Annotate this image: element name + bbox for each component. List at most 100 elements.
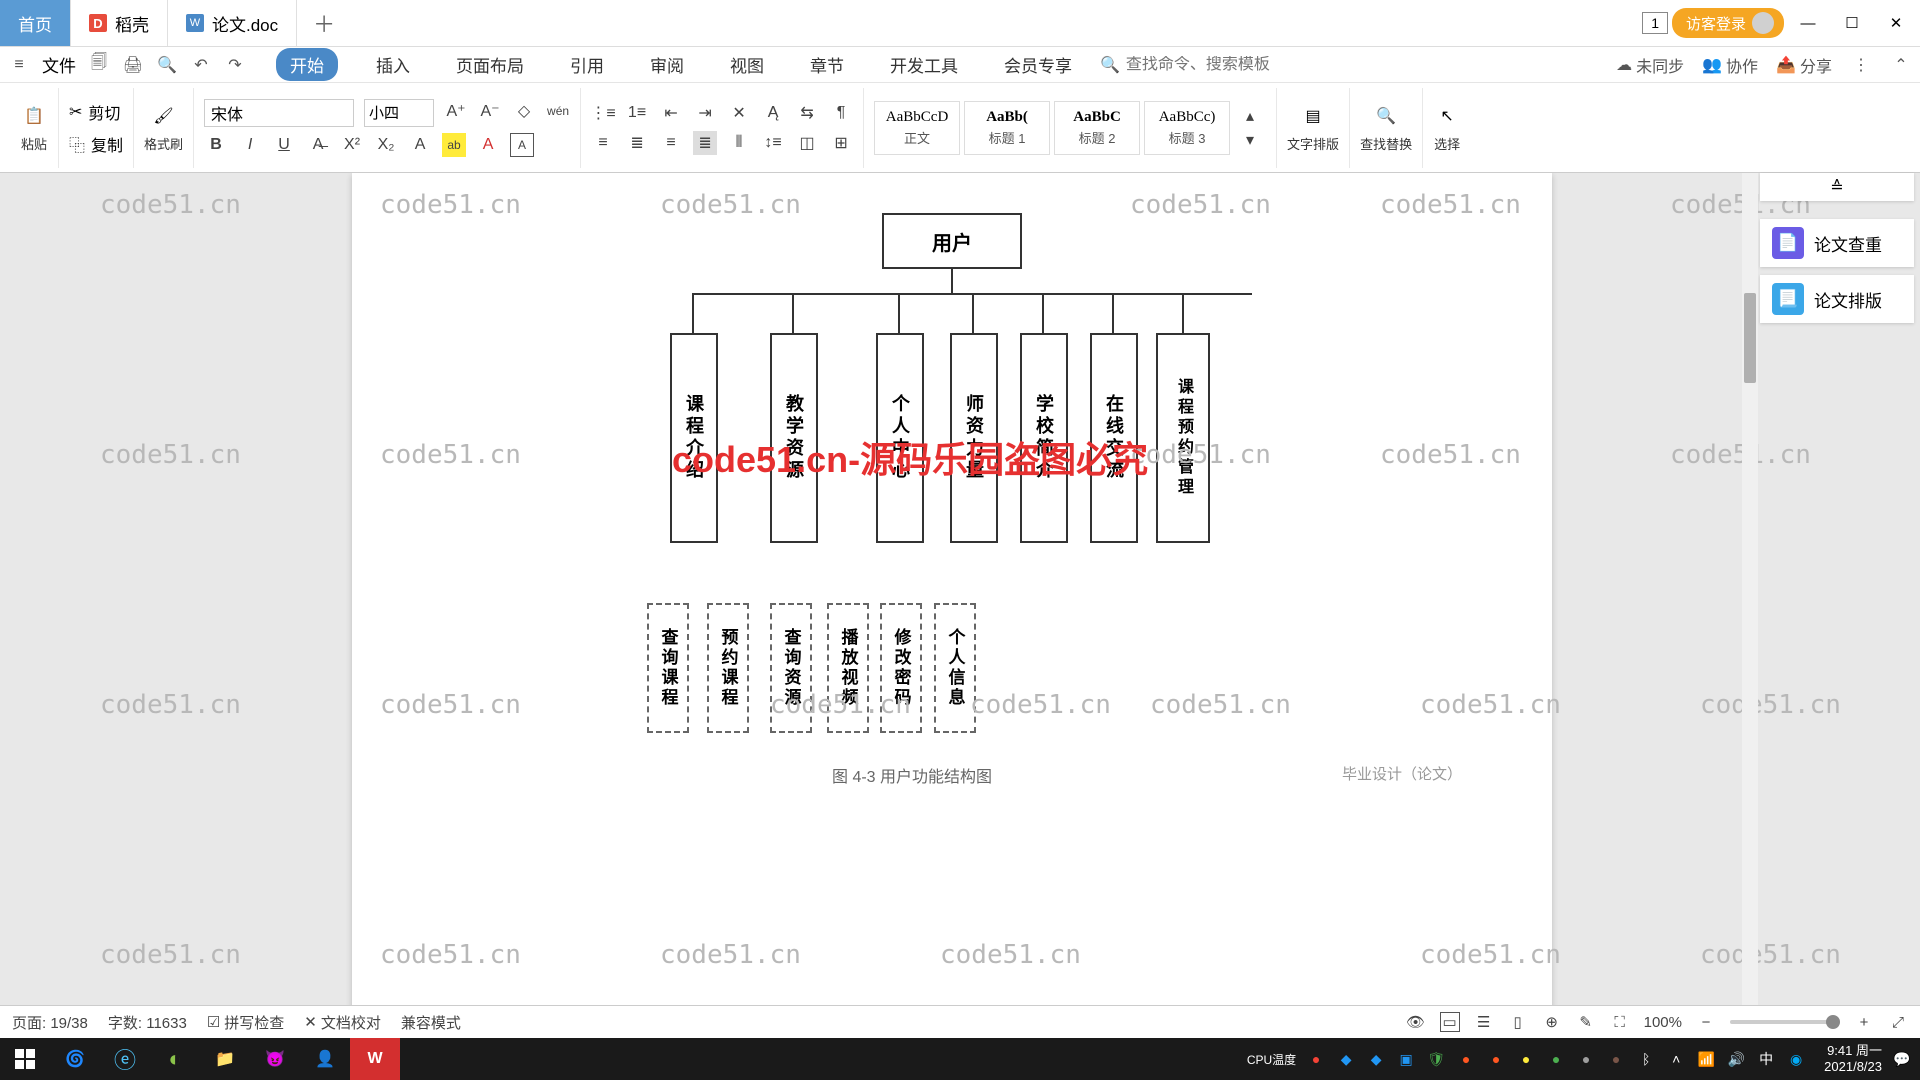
save-icon[interactable]: 🗐 — [88, 54, 110, 76]
tray-icon[interactable]: 🛡 — [1426, 1049, 1446, 1069]
tab-member[interactable]: 会员专享 — [996, 48, 1080, 81]
line-spacing-icon[interactable]: ↕≡ — [761, 131, 785, 155]
asian-layout-icon[interactable]: ✕ — [727, 101, 751, 125]
proof-check[interactable]: ✕文档校对 — [304, 1012, 381, 1033]
chevron-up-icon[interactable]: ˄ — [1666, 1049, 1686, 1069]
web-icon[interactable]: ⊕ — [1542, 1012, 1562, 1032]
tray-icon[interactable]: ▣ — [1396, 1049, 1416, 1069]
minimize-button[interactable]: — — [1788, 8, 1828, 38]
font-color-icon[interactable]: A — [476, 133, 500, 157]
tab-daoke[interactable]: D稻壳 — [71, 0, 168, 46]
hamburger-icon[interactable]: ≡ — [8, 54, 30, 76]
collab-button[interactable]: 👥协作 — [1702, 53, 1758, 77]
tray-icon[interactable]: ● — [1306, 1049, 1326, 1069]
tab-chapter[interactable]: 章节 — [802, 48, 852, 81]
taskbar-browser[interactable]: ◐ — [150, 1038, 200, 1080]
tray-icon[interactable]: ● — [1606, 1049, 1626, 1069]
tab-icon[interactable]: ⇆ — [795, 101, 819, 125]
sync-status[interactable]: ☁未同步 — [1616, 53, 1684, 77]
scroll-thumb[interactable] — [1744, 293, 1756, 383]
page-view-icon[interactable]: ▭ — [1440, 1012, 1460, 1032]
align-right-icon[interactable]: ≡ — [659, 131, 683, 155]
paper-check-button[interactable]: 📄论文查重 — [1760, 219, 1914, 267]
tray-icon[interactable]: ● — [1576, 1049, 1596, 1069]
spell-check[interactable]: ☑拼写检查 — [207, 1012, 284, 1033]
taskbar-app[interactable]: 🌀 — [50, 1038, 100, 1080]
tray-icon[interactable]: ● — [1456, 1049, 1476, 1069]
italic-button[interactable]: I — [238, 133, 262, 157]
taskbar-app3[interactable]: 👤 — [300, 1038, 350, 1080]
preview-icon[interactable]: 🔍 — [156, 54, 178, 76]
copy-button[interactable]: ⿻复制 — [69, 132, 123, 156]
read-icon[interactable]: ▯ — [1508, 1012, 1528, 1032]
zoom-slider[interactable] — [1730, 1020, 1840, 1024]
tab-document[interactable]: W论文.doc — [168, 0, 297, 46]
zoom-value[interactable]: 100% — [1644, 1014, 1682, 1031]
search-input[interactable] — [1126, 56, 1306, 74]
tab-insert[interactable]: 插入 — [368, 48, 418, 81]
undo-icon[interactable]: ↶ — [190, 54, 212, 76]
ime-icon[interactable]: 中 — [1756, 1049, 1776, 1069]
border-icon[interactable]: ⊞ — [829, 131, 853, 155]
style-heading1[interactable]: AaBb(标题 1 — [964, 101, 1050, 155]
decrease-indent-icon[interactable]: ⇤ — [659, 101, 683, 125]
style-down-icon[interactable]: ▾ — [1238, 128, 1262, 152]
tray-icon[interactable]: ● — [1546, 1049, 1566, 1069]
close-button[interactable]: ✕ — [1876, 8, 1916, 38]
zoom-thumb[interactable] — [1826, 1015, 1840, 1029]
eye-icon[interactable]: 👁 — [1406, 1012, 1426, 1032]
maximize-button[interactable]: ☐ — [1832, 8, 1872, 38]
zoom-out-button[interactable]: − — [1696, 1012, 1716, 1032]
tray-icon[interactable]: ● — [1516, 1049, 1536, 1069]
decrease-font-icon[interactable]: A⁻ — [478, 99, 502, 123]
style-heading3[interactable]: AaBbCc)标题 3 — [1144, 101, 1230, 155]
page-indicator[interactable]: 页面: 19/38 — [12, 1012, 88, 1033]
wifi-icon[interactable]: 📶 — [1696, 1049, 1716, 1069]
bold-button[interactable]: B — [204, 133, 228, 157]
style-up-icon[interactable]: ▴ — [1238, 104, 1262, 128]
file-menu[interactable]: 文件 — [42, 52, 76, 77]
zoom-in-button[interactable]: + — [1854, 1012, 1874, 1032]
font-select[interactable] — [204, 99, 354, 127]
style-normal[interactable]: AaBbCcD正文 — [874, 101, 960, 155]
badge-icon[interactable]: 1 — [1642, 12, 1668, 34]
tab-start[interactable]: 开始 — [276, 48, 338, 81]
sort-icon[interactable]: Ą — [761, 101, 785, 125]
tab-page-layout[interactable]: 页面布局 — [448, 48, 532, 81]
shading-icon[interactable]: ◫ — [795, 131, 819, 155]
tab-add-button[interactable]: ＋ — [297, 0, 351, 46]
subscript-button[interactable]: X₂ — [374, 133, 398, 157]
clock[interactable]: 9:41 周一 2021/8/23 — [1824, 1043, 1882, 1074]
show-marks-icon[interactable]: ¶ — [829, 101, 853, 125]
highlight-icon[interactable]: ab — [442, 133, 466, 157]
char-border-icon[interactable]: A — [510, 133, 534, 157]
print-icon[interactable]: 🖨 — [122, 54, 144, 76]
paper-layout-button[interactable]: 📃论文排版 — [1760, 275, 1914, 323]
collapse-panel-button[interactable]: ≙ — [1760, 173, 1914, 201]
search-box[interactable]: 🔍 — [1100, 55, 1306, 75]
share-button[interactable]: 📤分享 — [1776, 53, 1832, 77]
collapse-ribbon-icon[interactable]: ⌃ — [1890, 54, 1912, 76]
taskbar-app2[interactable]: 😈 — [250, 1038, 300, 1080]
redo-icon[interactable]: ↷ — [224, 54, 246, 76]
word-count[interactable]: 字数: 11633 — [108, 1012, 187, 1033]
taskbar-explorer[interactable]: 📁 — [200, 1038, 250, 1080]
cpu-temp-label[interactable]: CPU温度 — [1247, 1051, 1296, 1068]
scrollbar-vertical[interactable] — [1742, 173, 1758, 1005]
fit-icon[interactable]: ⛶ — [1610, 1012, 1630, 1032]
tab-reference[interactable]: 引用 — [562, 48, 612, 81]
tab-review[interactable]: 审阅 — [642, 48, 692, 81]
tab-dev-tools[interactable]: 开发工具 — [882, 48, 966, 81]
text-layout-icon[interactable]: ▤ — [1299, 102, 1327, 130]
tray-icon[interactable]: ◉ — [1786, 1049, 1806, 1069]
size-select[interactable] — [364, 99, 434, 127]
superscript-button[interactable]: X² — [340, 133, 364, 157]
style-heading2[interactable]: AaBbC标题 2 — [1054, 101, 1140, 155]
notification-icon[interactable]: 💬 — [1892, 1049, 1912, 1069]
strikethrough-button[interactable]: A̶ — [306, 133, 330, 157]
tray-icon[interactable]: ● — [1486, 1049, 1506, 1069]
more-icon[interactable]: ⋮ — [1850, 54, 1872, 76]
cursor-icon[interactable]: ↖ — [1433, 102, 1461, 130]
paste-icon[interactable]: 📋 — [20, 102, 48, 130]
tab-view[interactable]: 视图 — [722, 48, 772, 81]
